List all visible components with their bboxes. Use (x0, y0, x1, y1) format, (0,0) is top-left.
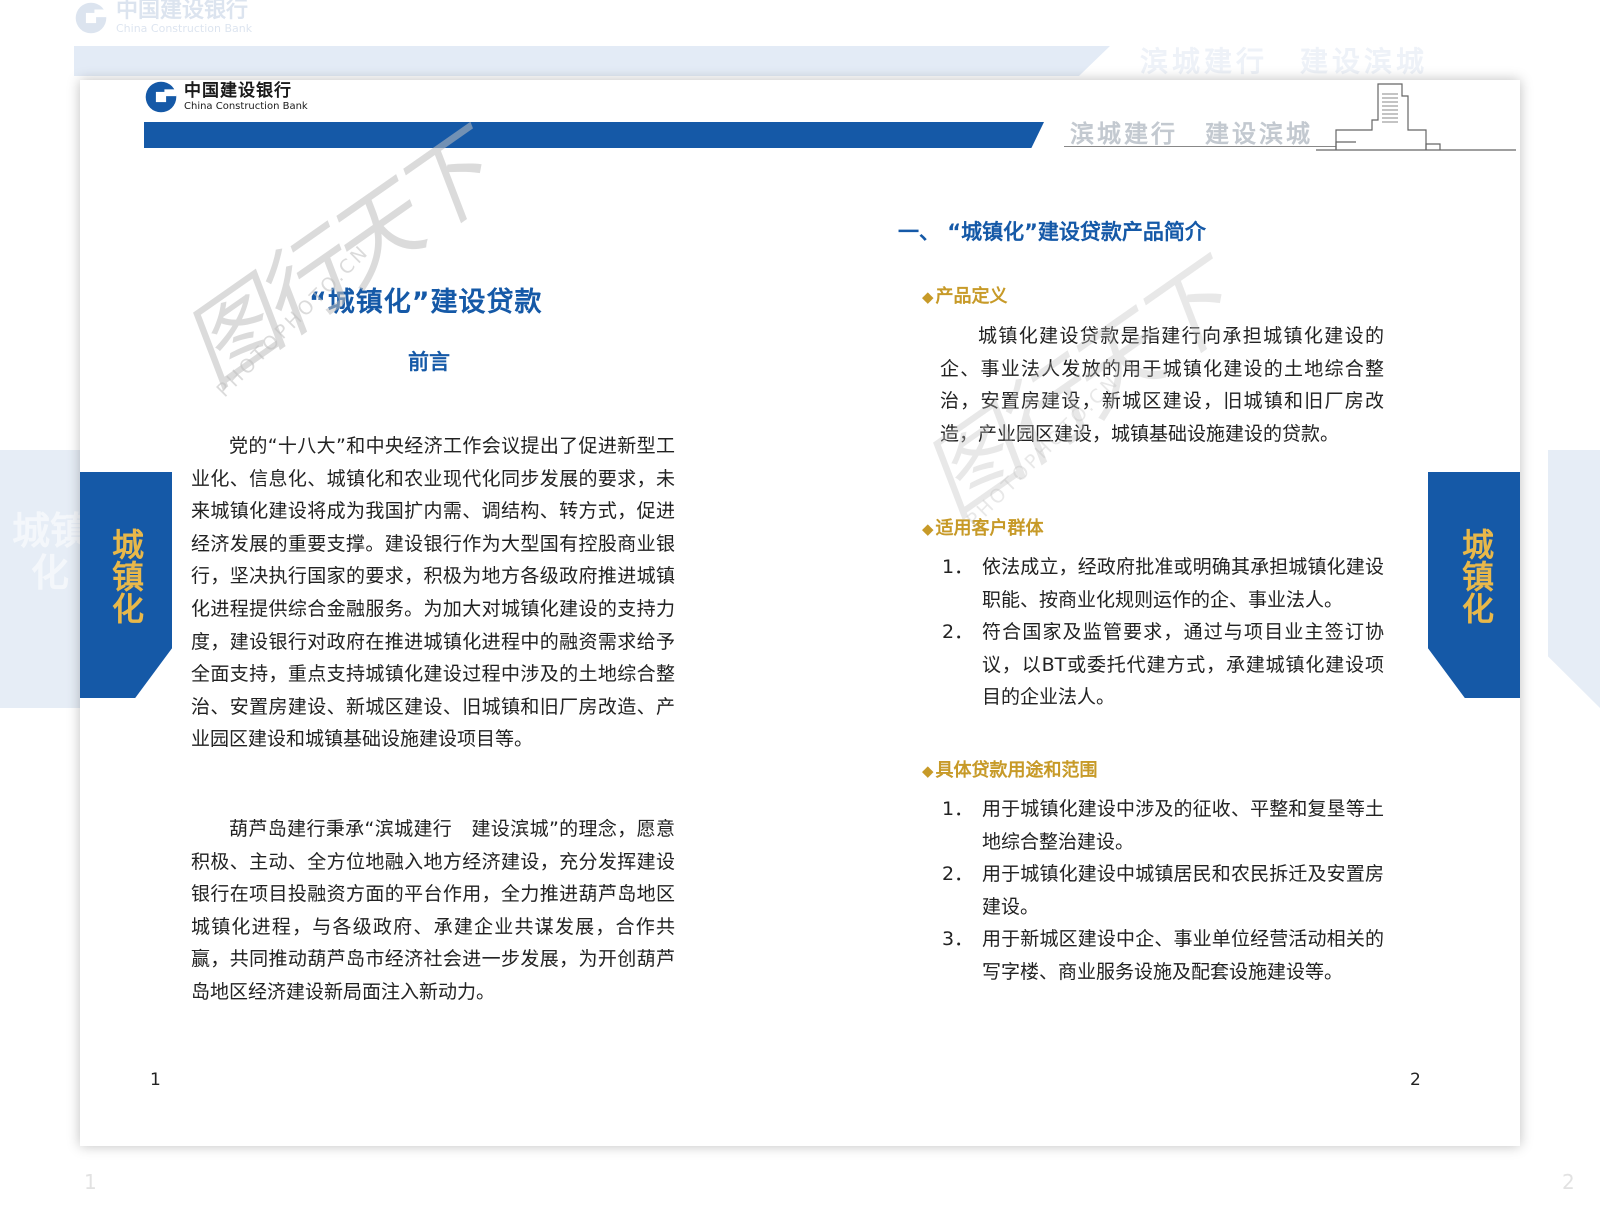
side-tab-label: 城镇化 (1457, 528, 1495, 624)
preface-heading: 前言 (408, 350, 450, 374)
page-title: “城镇化”建设贷款 (309, 287, 543, 318)
bank-name-cn: 中国建设银行 (184, 81, 292, 101)
section-title: 一、 “城镇化”建设贷款产品简介 (898, 220, 1206, 244)
list-item: 2． 用于城镇化建设中城镇居民和农民拆迁及安置房建设。 (942, 863, 1384, 918)
customers-list: 1． 依法成立，经政府批准或明确其承担城镇化建设职能、按商业化规则运作的企、事业… (940, 551, 1384, 714)
definition-text: 城镇化建设贷款是指建行向承担城镇化建设的企、事业法人发放的用于城镇化建设的土地综… (940, 325, 1384, 445)
ccb-logo-icon (75, 2, 107, 33)
building-outline-icon (1316, 83, 1516, 151)
page-number-left: 1 (150, 1070, 161, 1090)
ccb-logo-icon (145, 81, 177, 113)
side-tab-right: 城镇化 (1428, 472, 1520, 698)
page-number-right: 2 (1410, 1070, 1421, 1090)
list-item: 1． 用于城镇化建设中涉及的征收、平整和复垦等土地综合整治建设。 (942, 798, 1384, 853)
slogan-underline (1064, 146, 1336, 147)
diamond-bullet-icon: ◆ (922, 762, 934, 780)
background-side-tab: 城镇化 (0, 450, 88, 708)
background-bank-logo: 中国建设银行 China Construction Bank (74, 0, 252, 35)
bank-logo: 中国建设银行 China Construction Bank (144, 80, 308, 114)
bank-name-en: China Construction Bank (184, 101, 308, 112)
customers-heading: ◆ 适用客户群体 (922, 518, 1044, 539)
background-slogan: 滨城建行 建设滨城 (1140, 45, 1429, 78)
slogan: 滨城建行 建设滨城 (1070, 119, 1313, 148)
preface-paragraph: 葫芦岛建行秉承“滨城建行 建设滨城”的理念，愿意积极、主动、全方位地融入地方经济… (191, 818, 675, 1003)
preface-paragraph: 党的“十八大”和中央经济工作会议提出了促进新型工业化、信息化、城镇化和农业现代化… (191, 435, 675, 751)
diamond-bullet-icon: ◆ (922, 288, 934, 306)
usage-heading: ◆ 具体贷款用途和范围 (922, 760, 1098, 781)
list-item: 2． 符合国家及监管要求，通过与项目业主签订协议，以BT或委托代建方式，承建城镇… (942, 621, 1384, 709)
list-item: 1． 依法成立，经政府批准或明确其承担城镇化建设职能、按商业化规则运作的企、事业… (942, 556, 1384, 611)
diamond-bullet-icon: ◆ (922, 520, 934, 538)
background-page-number-right: 2 (1562, 1170, 1575, 1194)
background-side-tab-right (1548, 450, 1600, 708)
background-header-bar (74, 46, 1110, 76)
brochure-spread: 中国建设银行 China Construction Bank 滨城建行 建设滨城… (80, 80, 1520, 1146)
background-page-number-left: 1 (84, 1170, 97, 1194)
side-tab-left: 城镇化 (80, 472, 172, 698)
list-item: 3． 用于新城区建设中企、事业单位经营活动相关的写字楼、商业服务设施及配套设施建… (942, 928, 1384, 983)
header-bar (144, 122, 1044, 148)
definition-heading: ◆ 产品定义 (922, 286, 1008, 307)
usage-list: 1． 用于城镇化建设中涉及的征收、平整和复垦等土地综合整治建设。 2． 用于城镇… (940, 793, 1384, 989)
side-tab-label: 城镇化 (107, 528, 145, 624)
